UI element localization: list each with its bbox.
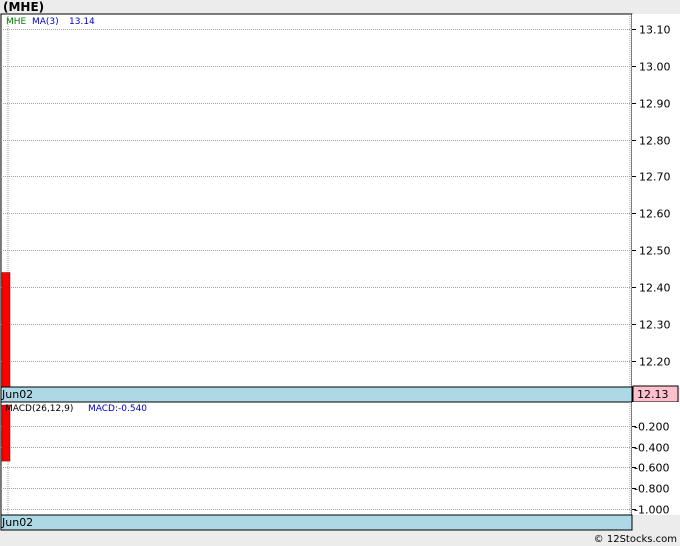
price-tick-label: 12.70 <box>639 171 671 184</box>
price-tick-label: 12.20 <box>639 356 671 369</box>
price-tick-label: 12.90 <box>639 98 671 111</box>
price-plot-area <box>0 13 633 388</box>
macd-panel: -0.200 -0.400 -0.600 -0.800 -1.000 MACD(26,1… <box>0 401 680 517</box>
macd-tick-label: -1.000 <box>634 504 669 517</box>
macd-tick-label: -0.600 <box>634 462 669 475</box>
last-price-label: 12.13 <box>637 388 669 401</box>
price-tick-label: 12.60 <box>639 208 671 221</box>
price-tick-label: 12.30 <box>639 319 671 332</box>
stock-chart: (MHE) 12.20 12.30 12.40 12.50 12.60 12.70 12.8… <box>0 0 680 545</box>
price-tick-label: 12.40 <box>639 282 671 295</box>
price-candles <box>1 272 11 388</box>
price-date-band <box>0 386 633 403</box>
price-bar <box>1 272 11 388</box>
footer-credit: © 12Stocks.com <box>594 534 677 545</box>
chart-title: (MHE) <box>3 0 44 14</box>
price-tick-label: 12.50 <box>639 245 671 258</box>
macd-legend-value: MACD:-0.540 <box>88 404 147 414</box>
macd-date-label: Jun02 <box>1 516 33 529</box>
macd-tick-label: -0.200 <box>634 421 669 434</box>
price-legend-ma-value: 13.14 <box>69 17 95 27</box>
price-date-label: Jun02 <box>1 388 33 401</box>
price-tick-label: 13.10 <box>639 24 671 37</box>
macd-axis-area <box>632 402 680 515</box>
macd-legend-label: MACD(26,12,9) <box>5 404 73 414</box>
price-legend-ma-label: MA(3) <box>32 17 59 27</box>
price-legend-symbol: MHE <box>6 17 27 27</box>
macd-tick-label: -0.400 <box>634 442 669 455</box>
macd-tick-label: -0.800 <box>634 483 669 496</box>
price-panel: 12.20 12.30 12.40 12.50 12.60 12.70 12.80 12.90… <box>0 13 680 388</box>
price-tick-label: 13.00 <box>639 61 671 74</box>
macd-date-band <box>0 514 633 531</box>
price-tick-label: 12.80 <box>639 135 671 148</box>
macd-plot-area <box>0 401 633 516</box>
